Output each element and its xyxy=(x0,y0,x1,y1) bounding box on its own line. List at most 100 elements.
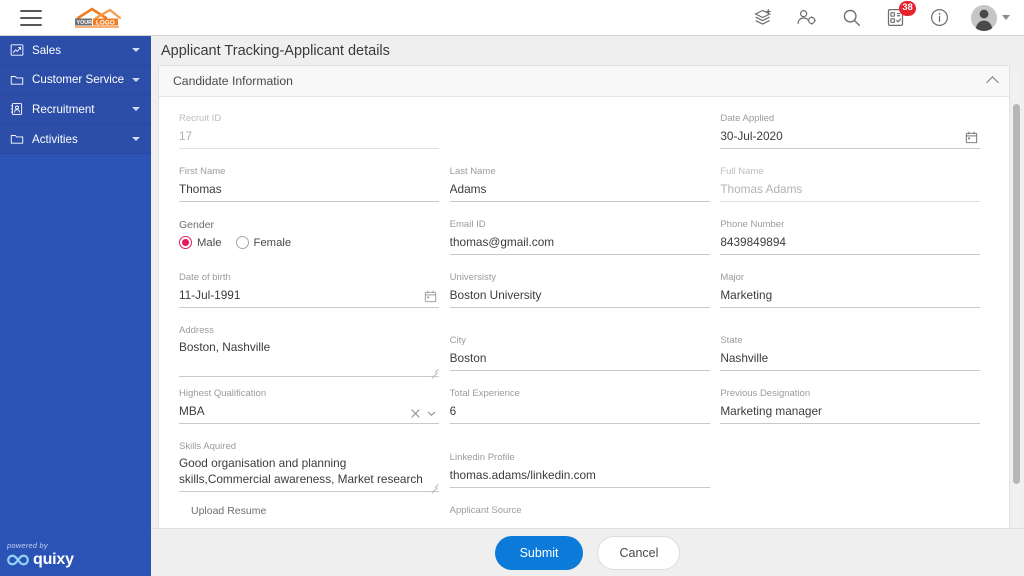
field-value: Marketing manager xyxy=(720,403,981,424)
sidebar-item-activities[interactable]: Activities xyxy=(0,124,151,155)
upload-resume-field[interactable]: Upload Resume xyxy=(179,505,439,517)
field-label: Applicant Source xyxy=(449,505,522,516)
total-experience-field[interactable]: Total Experience 6 xyxy=(449,388,710,424)
sidebar-item-customer-service[interactable]: Customer Service xyxy=(0,65,151,96)
field-value: thomas@gmail.com xyxy=(449,234,710,255)
add-layers-icon[interactable] xyxy=(751,6,775,30)
sidebar-item-sales[interactable]: Sales xyxy=(0,36,151,66)
gender-radio-male[interactable]: Male xyxy=(179,236,222,249)
first-name-field[interactable]: First Name Thomas xyxy=(179,166,439,202)
close-icon[interactable] xyxy=(410,408,421,419)
date-of-birth-field[interactable]: Date of birth 11-Jul-1991 xyxy=(179,272,439,308)
city-field[interactable]: City Boston xyxy=(449,335,710,371)
field-label: Date Applied xyxy=(720,113,775,124)
radio-label: Male xyxy=(197,236,222,249)
applicant-source-field[interactable]: Applicant Source xyxy=(450,505,710,517)
cancel-button[interactable]: Cancel xyxy=(597,535,681,570)
chevron-down-icon xyxy=(132,107,140,112)
avatar xyxy=(971,4,997,31)
field-label: Gender xyxy=(179,219,215,231)
field-value: 17 xyxy=(179,128,439,149)
info-icon[interactable] xyxy=(927,6,951,30)
tasks-badge-count: 38 xyxy=(899,0,916,16)
field-value: Thomas Adams xyxy=(720,181,981,202)
svg-text:YOUR: YOUR xyxy=(77,20,93,26)
recruit-id-field: Recruit ID 17 xyxy=(179,113,439,149)
field-value: Nashville xyxy=(720,350,981,371)
chevron-down-icon xyxy=(132,77,140,82)
candidate-information-card: Candidate Information Recruit ID 17 Date… xyxy=(158,65,1010,555)
email-field[interactable]: Email ID thomas@gmail.com xyxy=(449,219,710,255)
application-window: YOUR LOGO 38 Sales Customer Service Recr… xyxy=(0,0,1024,576)
chevron-up-icon[interactable] xyxy=(986,76,999,89)
header-icon-tray: 38 xyxy=(751,0,1024,31)
major-field[interactable]: Major Marketing xyxy=(720,272,981,308)
chart-line-icon xyxy=(9,43,24,58)
field-label: Phone Number xyxy=(720,219,785,230)
brand-logo[interactable]: YOUR LOGO xyxy=(68,6,126,30)
field-label: Recruit ID xyxy=(179,113,222,124)
form-row: First Name Thomas Last Name Adams Full N… xyxy=(179,166,991,219)
calendar-icon[interactable] xyxy=(424,290,437,303)
calendar-icon[interactable] xyxy=(965,131,978,144)
linkedin-profile-field[interactable]: Linkedin Profile thomas.adams/linkedin.c… xyxy=(449,452,710,488)
field-value: Adams xyxy=(449,181,710,202)
powered-by-label: powered by xyxy=(7,541,48,550)
date-applied-field[interactable]: Date Applied 30-Jul-2020 xyxy=(720,113,981,149)
form-row: Date of birth 11-Jul-1991 Universisty Bo… xyxy=(179,272,991,325)
hamburger-menu-icon[interactable] xyxy=(20,9,42,26)
main-content-area: Applicant Tracking-Applicant details Can… xyxy=(151,36,1024,576)
field-value: 30-Jul-2020 xyxy=(720,128,981,149)
field-value: MBA xyxy=(179,403,439,424)
state-field[interactable]: State Nashville xyxy=(720,335,981,371)
tasks-icon[interactable]: 38 xyxy=(883,0,916,30)
field-label: Full Name xyxy=(720,166,764,177)
field-label: Linkedin Profile xyxy=(449,452,515,463)
powered-by-quixy: powered by quixy xyxy=(7,541,74,569)
last-name-field[interactable]: Last Name Adams xyxy=(449,166,710,202)
gender-radio-female[interactable]: Female xyxy=(235,236,291,249)
qualification-field-controls xyxy=(410,408,437,419)
left-sidebar: Sales Customer Service Recruitment Activ… xyxy=(0,36,151,576)
chevron-down-icon[interactable] xyxy=(426,408,437,419)
phone-number-field[interactable]: Phone Number 8439849894 xyxy=(720,219,981,255)
field-label: Major xyxy=(720,272,745,283)
user-avatar-menu[interactable] xyxy=(971,4,1010,31)
textarea-resize-handle[interactable] xyxy=(430,481,438,494)
skills-aquired-field[interactable]: Skills Aquired Good organisation and pla… xyxy=(179,441,439,494)
field-value: Marketing xyxy=(720,287,981,308)
search-icon[interactable] xyxy=(839,6,863,30)
vertical-scrollbar-thumb[interactable] xyxy=(1013,104,1020,484)
sidebar-item-label: Sales xyxy=(32,43,62,57)
field-label: Upload Resume xyxy=(191,505,267,517)
field-value: Good organisation and planning skills,Co… xyxy=(179,456,439,492)
submit-button[interactable]: Submit xyxy=(494,535,584,570)
university-field[interactable]: Universisty Boston University xyxy=(449,272,710,308)
form-action-bar: Submit Cancel xyxy=(151,528,1024,576)
field-label: Total Experience xyxy=(449,388,520,399)
highest-qualification-field[interactable]: Highest Qualification MBA xyxy=(179,388,439,424)
quixy-brand-label: quixy xyxy=(33,551,74,568)
contact-card-icon xyxy=(9,102,24,117)
textarea-resize-handle[interactable] xyxy=(430,366,438,379)
gender-radio-group: Male Female xyxy=(179,236,439,249)
form-row: Skills Aquired Good organisation and pla… xyxy=(179,441,991,505)
empty-cell xyxy=(450,113,721,166)
form-row: Recruit ID 17 Date Applied 30-Jul-2020 xyxy=(179,113,991,166)
svg-text:LOGO: LOGO xyxy=(96,19,115,26)
form-row: Highest Qualification MBA Total Experien… xyxy=(179,388,991,441)
address-field[interactable]: Address Boston, Nashville xyxy=(179,325,439,379)
sidebar-item-label: Activities xyxy=(32,132,78,146)
radio-selected-icon xyxy=(179,236,192,249)
field-label: Address xyxy=(179,325,214,336)
card-header[interactable]: Candidate Information xyxy=(159,66,1009,97)
field-value: Boston xyxy=(449,350,710,371)
folder-icon xyxy=(9,72,24,87)
chevron-down-icon xyxy=(132,137,140,142)
radio-unselected-icon xyxy=(235,236,249,249)
your-logo-icon: YOUR LOGO xyxy=(75,6,122,28)
field-value: Thomas xyxy=(179,181,439,202)
sidebar-item-recruitment[interactable]: Recruitment xyxy=(0,95,151,125)
previous-designation-field[interactable]: Previous Designation Marketing manager xyxy=(720,388,981,424)
user-settings-icon[interactable] xyxy=(795,6,819,30)
